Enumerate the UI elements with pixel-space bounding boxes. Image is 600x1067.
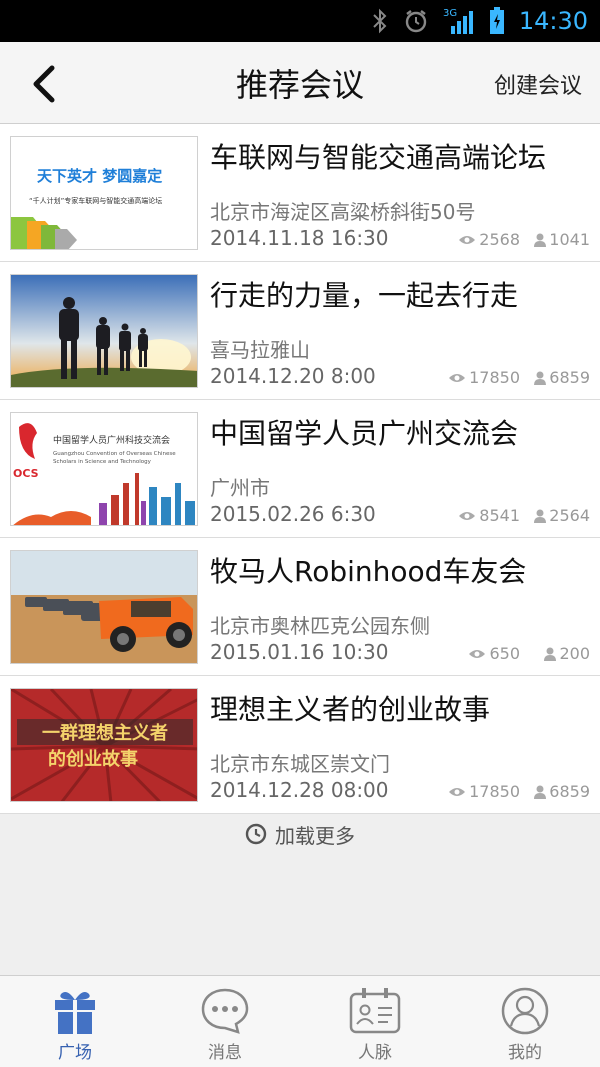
user-profile-icon (501, 987, 549, 1035)
meeting-datetime: 2014.11.18 16:30 (210, 226, 389, 250)
meeting-item[interactable]: 一群理想主义者 的创业故事 理想主义者的创业故事 北京市东城区崇文门 2014.… (0, 676, 600, 814)
eye-icon (449, 787, 466, 796)
battery-charging-icon (489, 7, 505, 35)
thumbnail-caption: Guangzhou Convention of Overseas Chinese (53, 451, 176, 457)
person-icon (534, 371, 547, 385)
view-count: 17850 (448, 368, 520, 387)
meeting-title: 行走的力量，一起去行走 (210, 279, 519, 312)
meeting-thumbnail: 天下英才 梦圆嘉定 “千人计划”专家车联网与智能交通高端论坛 (10, 136, 198, 250)
meeting-location: 广州市 (210, 476, 270, 500)
eye-icon (459, 511, 476, 520)
meeting-location: 喜马拉雅山 (210, 338, 310, 362)
view-count-value: 650 (489, 644, 520, 663)
bluetooth-icon (371, 8, 389, 34)
meeting-location: 北京市奥林匹克公园东侧 (210, 614, 430, 638)
thumbnail-caption: 的创业故事 (48, 748, 138, 770)
nav-tab-me[interactable]: 我的 (450, 976, 600, 1067)
member-count-value: 6859 (549, 368, 590, 387)
eye-icon (459, 235, 476, 244)
view-count: 17850 (448, 782, 520, 801)
thumbnail-caption: Scholars in Science and Technology (53, 459, 152, 465)
view-count: 8541 (458, 506, 520, 525)
member-count: 1041 (534, 230, 590, 249)
meeting-item[interactable]: OCS 中国留学人员广州科技交流会 Guangzhou Convention o… (0, 400, 600, 538)
person-icon (534, 785, 547, 799)
member-count: 6859 (534, 782, 590, 801)
nav-tab-square[interactable]: 广场 (0, 976, 150, 1067)
person-icon (534, 509, 547, 523)
view-count-value: 17850 (469, 368, 520, 387)
nav-label-square: 广场 (58, 1043, 92, 1063)
member-count-value: 2564 (549, 506, 590, 525)
nav-label-messages: 消息 (208, 1043, 242, 1063)
gift-icon (55, 992, 95, 1034)
meeting-datetime: 2015.01.16 10:30 (210, 640, 389, 664)
view-count: 650 (468, 644, 520, 663)
meeting-location: 北京市海淀区高粱桥斜街50号 (210, 200, 476, 224)
meeting-title: 理想主义者的创业故事 (210, 693, 491, 726)
meeting-item[interactable]: 天下英才 梦圆嘉定 “千人计划”专家车联网与智能交通高端论坛 车联网与智能交通高… (0, 124, 600, 262)
person-icon (544, 647, 557, 661)
status-bar: 3G 14:30 (0, 0, 600, 42)
meeting-thumbnail (10, 550, 198, 664)
person-icon (534, 233, 547, 247)
member-count: 2564 (534, 506, 590, 525)
meeting-title: 中国留学人员广州交流会 (210, 417, 519, 450)
nav-label-contacts: 人脉 (358, 1043, 392, 1063)
eye-icon (449, 373, 466, 382)
status-time: 14:30 (518, 7, 588, 35)
meeting-title: 牧马人Robinhood车友会 (210, 555, 527, 588)
member-count-value: 1041 (549, 230, 590, 249)
view-count-value: 2568 (479, 230, 520, 249)
thumbnail-headline: 天下英才 梦圆嘉定 (37, 167, 162, 185)
eye-icon (469, 649, 486, 658)
meeting-location: 北京市东城区崇文门 (210, 752, 390, 776)
meeting-title: 车联网与智能交通高端论坛 (210, 141, 547, 174)
thumbnail-headline: 中国留学人员广州科技交流会 (53, 434, 170, 446)
member-count-value: 200 (559, 644, 590, 663)
title-bar: 推荐会议 创建会议 (0, 42, 600, 124)
thumbnail-caption: “千人计划”专家车联网与智能交通高端论坛 (29, 196, 162, 205)
meeting-thumbnail (10, 274, 198, 388)
view-count-value: 8541 (479, 506, 520, 525)
nav-tab-contacts[interactable]: 人脉 (300, 976, 450, 1067)
meeting-datetime: 2015.02.26 6:30 (210, 502, 376, 526)
meeting-item[interactable]: 牧马人Robinhood车友会 北京市奥林匹克公园东侧 2015.01.16 1… (0, 538, 600, 676)
meeting-list: 天下英才 梦圆嘉定 “千人计划”专家车联网与智能交通高端论坛 车联网与智能交通高… (0, 124, 600, 814)
member-count-value: 6859 (549, 782, 590, 801)
thumbnail-headline: 一群理想主义者 (42, 722, 168, 744)
load-more-label: 加载更多 (275, 823, 355, 848)
alarm-clock-icon (403, 8, 429, 34)
view-count-value: 17850 (469, 782, 520, 801)
contact-card-icon (349, 988, 401, 1034)
chat-bubble-icon (201, 988, 249, 1034)
meeting-datetime: 2014.12.28 08:00 (210, 778, 389, 802)
network-type-label: 3G (443, 8, 457, 19)
meeting-thumbnail: OCS 中国留学人员广州科技交流会 Guangzhou Convention o… (10, 412, 198, 526)
thumbnail-logo-text: OCS (13, 467, 39, 480)
meeting-item[interactable]: 行走的力量，一起去行走 喜马拉雅山 2014.12.20 8:00 17850 … (0, 262, 600, 400)
nav-tab-messages[interactable]: 消息 (150, 976, 300, 1067)
view-count: 2568 (458, 230, 520, 249)
nav-label-me: 我的 (508, 1043, 542, 1063)
load-more-button[interactable]: 加载更多 (0, 814, 600, 854)
signal-3g-icon: 3G (443, 6, 475, 36)
meeting-datetime: 2014.12.20 8:00 (210, 364, 376, 388)
clock-icon (245, 823, 267, 845)
bottom-navigation: 广场 消息 人脉 我的 (0, 975, 600, 1067)
create-meeting-button[interactable]: 创建会议 (494, 68, 582, 100)
member-count: 6859 (534, 368, 590, 387)
meeting-thumbnail: 一群理想主义者 的创业故事 (10, 688, 198, 802)
member-count: 200 (544, 644, 590, 663)
